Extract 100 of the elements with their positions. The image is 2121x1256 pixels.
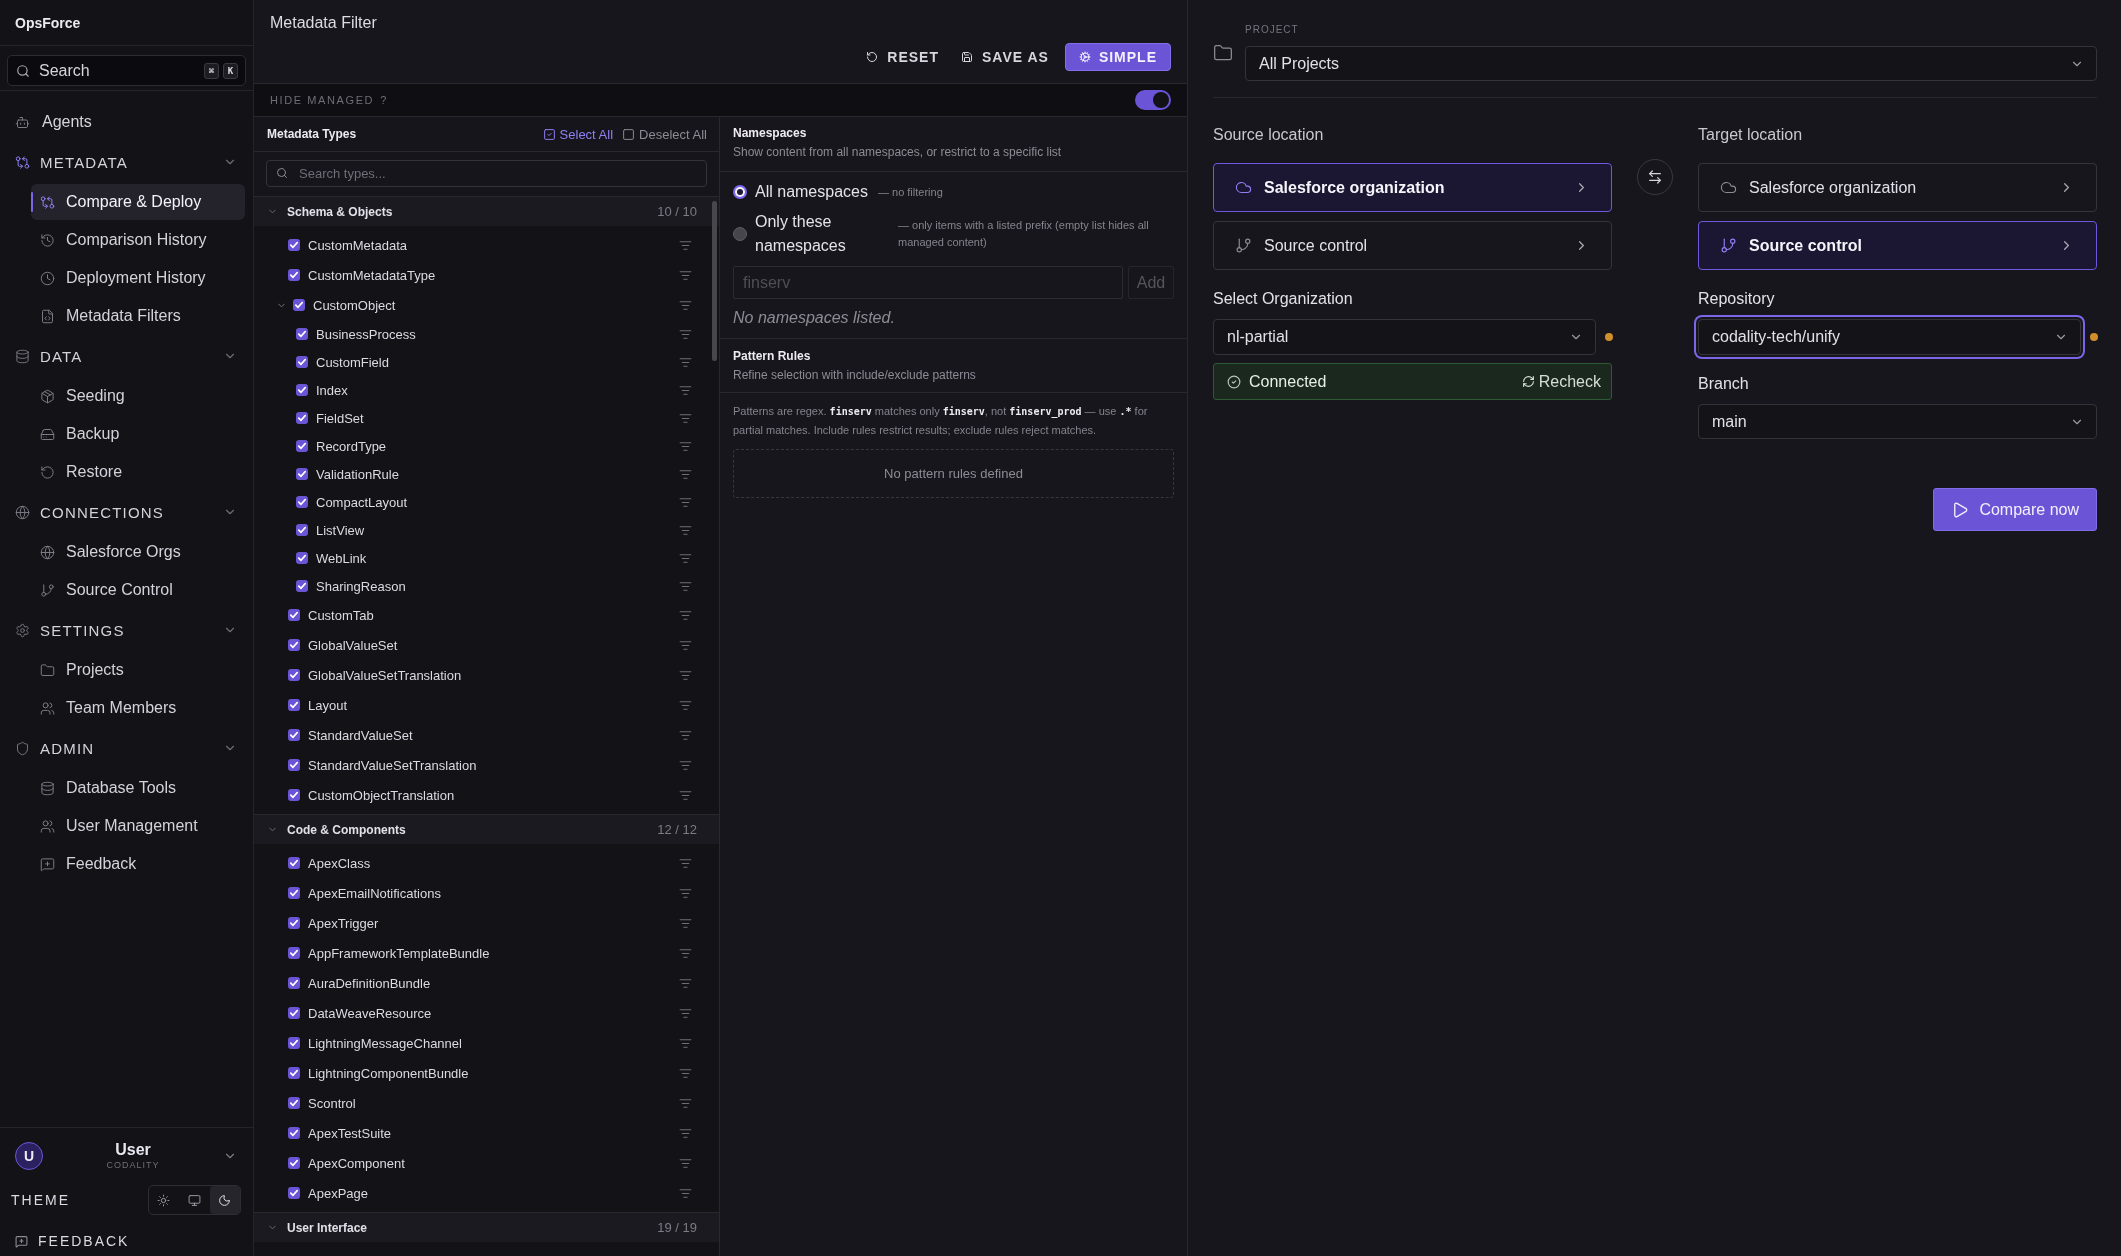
checkbox[interactable] — [296, 580, 308, 592]
scrollbar-thumb[interactable] — [712, 201, 717, 361]
select-all-button[interactable]: Select All — [542, 126, 614, 142]
filter-icon[interactable] — [679, 758, 692, 772]
checkbox[interactable] — [296, 468, 308, 480]
filter-icon[interactable] — [679, 1126, 692, 1140]
filter-icon[interactable] — [679, 668, 692, 682]
project-select[interactable]: All Projects — [1245, 46, 2097, 81]
filter-icon[interactable] — [679, 1066, 692, 1080]
section-header[interactable]: SETTINGS — [0, 609, 253, 651]
checkbox[interactable] — [288, 239, 300, 251]
filter-icon[interactable] — [679, 439, 692, 453]
nav-item[interactable]: Source Control — [31, 572, 245, 608]
nav-item[interactable]: Projects — [31, 652, 245, 688]
filter-icon[interactable] — [679, 467, 692, 481]
filter-icon[interactable] — [679, 523, 692, 537]
filter-icon[interactable] — [679, 411, 692, 425]
filter-icon[interactable] — [679, 1036, 692, 1050]
checkbox[interactable] — [288, 977, 300, 989]
radio-label[interactable]: Only these namespaces — [755, 210, 888, 258]
checkbox[interactable] — [293, 299, 305, 311]
nav-item[interactable]: Database Tools — [31, 770, 245, 806]
filter-icon[interactable] — [679, 383, 692, 397]
reset-button[interactable]: RESET — [860, 43, 945, 71]
nav-item[interactable]: User Management — [31, 808, 245, 844]
checkbox[interactable] — [296, 328, 308, 340]
nav-item[interactable]: Seeding — [31, 378, 245, 414]
group-header[interactable]: Code & Components 12 / 12 — [254, 815, 719, 844]
deselect-all-button[interactable]: Deselect All — [622, 126, 707, 142]
filter-icon[interactable] — [679, 1096, 692, 1110]
checkbox[interactable] — [296, 384, 308, 396]
group-header[interactable]: User Interface 19 / 19 — [254, 1213, 719, 1242]
dropdown-select[interactable]: nl-partial — [1213, 319, 1596, 355]
radio-button[interactable] — [733, 227, 747, 241]
nav-item[interactable]: Feedback — [31, 846, 245, 882]
checkbox[interactable] — [288, 1187, 300, 1199]
search-field[interactable]: Search types... — [266, 160, 707, 187]
nav-item[interactable]: Team Members — [31, 690, 245, 726]
namespace-input[interactable]: finserv — [733, 266, 1123, 299]
nav-item[interactable]: Agents — [0, 103, 253, 141]
filter-icon[interactable] — [679, 788, 692, 802]
checkbox[interactable] — [288, 1007, 300, 1019]
filter-icon[interactable] — [679, 608, 692, 622]
filter-icon[interactable] — [679, 551, 692, 565]
filter-icon[interactable] — [679, 1156, 692, 1170]
checkbox[interactable] — [288, 857, 300, 869]
filter-icon[interactable] — [679, 298, 692, 312]
checkbox[interactable] — [296, 356, 308, 368]
filter-icon[interactable] — [679, 1006, 692, 1020]
filter-icon[interactable] — [679, 976, 692, 990]
checkbox[interactable] — [288, 269, 300, 281]
nav-item[interactable]: Metadata Filters — [31, 298, 245, 334]
checkbox[interactable] — [288, 759, 300, 771]
checkbox[interactable] — [288, 887, 300, 899]
filter-icon[interactable] — [679, 698, 692, 712]
location-option[interactable]: Salesforce organization — [1213, 163, 1612, 212]
filter-icon[interactable] — [679, 327, 692, 341]
filter-icon[interactable] — [679, 946, 692, 960]
recheck-button[interactable]: Recheck — [1521, 372, 1601, 391]
section-header[interactable]: METADATA — [0, 141, 253, 183]
theme-switcher[interactable] — [147, 1185, 241, 1215]
filter-icon[interactable] — [679, 495, 692, 509]
checkbox[interactable] — [288, 1037, 300, 1049]
section-header[interactable]: DATA — [0, 335, 253, 377]
feedback-button[interactable]: FEEDBACK — [11, 1226, 134, 1256]
radio-button[interactable] — [733, 185, 747, 199]
checkbox[interactable] — [288, 1097, 300, 1109]
filter-icon[interactable] — [679, 856, 692, 870]
nav-item[interactable]: Restore — [31, 454, 245, 490]
checkbox[interactable] — [288, 669, 300, 681]
search-button[interactable]: Search ⌘ K — [7, 55, 246, 86]
checkbox[interactable] — [288, 917, 300, 929]
checkbox[interactable] — [288, 729, 300, 741]
nav-item[interactable]: Backup — [31, 416, 245, 452]
checkbox[interactable] — [288, 639, 300, 651]
radio-label[interactable]: All namespaces — [755, 180, 868, 204]
nav-item[interactable]: Compare & Deploy — [31, 184, 245, 220]
filter-icon[interactable] — [679, 1186, 692, 1200]
group-header[interactable]: Schema & Objects 10 / 10 — [254, 197, 719, 226]
help-mark[interactable]: ? — [380, 94, 387, 106]
location-option[interactable]: Source control — [1698, 221, 2097, 270]
checkbox[interactable] — [288, 1127, 300, 1139]
location-option[interactable]: Salesforce organization — [1698, 163, 2097, 212]
simple-mode-button[interactable]: SIMPLE — [1064, 43, 1171, 71]
toggle-switch[interactable] — [1135, 90, 1171, 110]
checkbox[interactable] — [288, 609, 300, 621]
nav-item[interactable]: Salesforce Orgs — [31, 534, 245, 570]
checkbox[interactable] — [296, 412, 308, 424]
checkbox[interactable] — [288, 1157, 300, 1169]
filter-icon[interactable] — [679, 916, 692, 930]
section-header[interactable]: CONNECTIONS — [0, 491, 253, 533]
dropdown-select[interactable]: main — [1698, 404, 2097, 439]
compare-button[interactable]: Compare now — [1933, 488, 2097, 531]
filter-icon[interactable] — [679, 238, 692, 252]
checkbox[interactable] — [288, 789, 300, 801]
nav-item[interactable]: Deployment History — [31, 260, 245, 296]
checkbox[interactable] — [288, 1067, 300, 1079]
section-header[interactable]: ADMIN — [0, 727, 253, 769]
checkbox[interactable] — [296, 440, 308, 452]
checkbox[interactable] — [296, 552, 308, 564]
